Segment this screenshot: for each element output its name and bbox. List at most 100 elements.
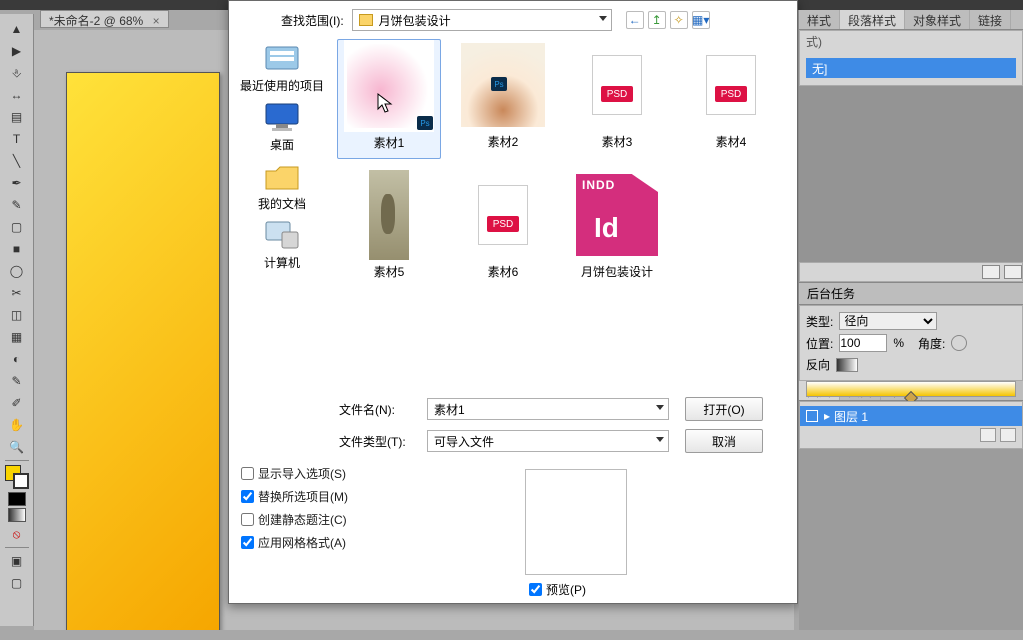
panel-empty-area bbox=[799, 449, 1023, 630]
file-item[interactable]: Ps 素材2 bbox=[451, 39, 555, 159]
pen-tool[interactable]: ✒ bbox=[6, 173, 28, 193]
line-tool[interactable]: ╲ bbox=[6, 151, 28, 171]
new-folder-icon[interactable]: ✧ bbox=[670, 11, 688, 29]
show-import-checkbox[interactable]: 显示导入选项(S) bbox=[241, 465, 348, 482]
tab-styles[interactable]: 样式 bbox=[799, 10, 840, 29]
gradient-panel: 类型: 径向 位置: % 角度: 反向 bbox=[799, 305, 1023, 381]
place-computer[interactable]: 计算机 bbox=[262, 218, 302, 271]
page-tool[interactable]: ⎀ bbox=[6, 63, 28, 83]
gradient-swatch-tool[interactable]: ▦ bbox=[6, 327, 28, 347]
indd-file-icon: INDDId bbox=[576, 174, 658, 256]
ps-corner-icon: Ps bbox=[491, 77, 507, 91]
default-swatch[interactable] bbox=[8, 492, 26, 506]
screen-mode-preview[interactable]: ▢ bbox=[6, 573, 28, 593]
chevron-down-icon bbox=[656, 405, 664, 410]
file-list: Ps 素材1 Ps 素材2 PSD 素材3 PSD 素材4 bbox=[337, 37, 791, 377]
expand-icon[interactable]: ▸ bbox=[824, 409, 830, 423]
file-label: 素材4 bbox=[716, 133, 747, 150]
delete-item-icon[interactable] bbox=[1004, 265, 1022, 279]
reverse-gradient-button[interactable] bbox=[836, 358, 858, 372]
note-tool[interactable]: ✎ bbox=[6, 371, 28, 391]
left-toolbar: ▲ ▶ ⎀ ↔ ▤ T ╲ ✒ ✎ ▢ ■ ◯ ✂ ◫ ▦ ◐ ✎ ✐ ✋ 🔍 … bbox=[0, 14, 34, 626]
file-item[interactable]: Ps 素材1 bbox=[337, 39, 441, 159]
new-item-icon[interactable] bbox=[982, 265, 1000, 279]
place-computer-label: 计算机 bbox=[264, 254, 300, 271]
file-item[interactable]: PSD 素材3 bbox=[565, 39, 669, 159]
filename-value: 素材1 bbox=[434, 401, 465, 418]
gradient-feather-tool[interactable]: ◐ bbox=[6, 349, 28, 369]
nav-back-icon[interactable]: ← bbox=[626, 11, 644, 29]
static-caption-checkbox[interactable]: 创建静态题注(C) bbox=[241, 511, 348, 528]
places-bar: 最近使用的项目 桌面 我的文档 计算机 bbox=[235, 37, 329, 327]
place-documents[interactable]: 我的文档 bbox=[258, 159, 306, 212]
file-label: 素材3 bbox=[602, 133, 633, 150]
file-label: 月饼包装设计 bbox=[581, 263, 653, 280]
view-menu-icon[interactable]: ▦▾ bbox=[692, 11, 710, 29]
delete-layer-icon[interactable] bbox=[1000, 428, 1016, 442]
place-recent[interactable]: 最近使用的项目 bbox=[240, 41, 324, 94]
screen-mode-normal[interactable]: ▣ bbox=[6, 551, 28, 571]
gradient-type-select[interactable]: 径向 bbox=[839, 312, 937, 330]
preview-box bbox=[525, 469, 627, 575]
eyedropper-tool[interactable]: ✐ bbox=[6, 393, 28, 413]
import-options: 显示导入选项(S) 替换所选项目(M) 创建静态题注(C) 应用网格格式(A) bbox=[241, 465, 348, 551]
replace-selected-checkbox[interactable]: 替换所选项目(M) bbox=[241, 488, 348, 505]
place-dialog: 查找范围(I): 月饼包装设计 ← ↥ ✧ ▦▾ 最近使用的项目 桌面 bbox=[228, 0, 798, 604]
preview-checkbox[interactable]: 预览(P) bbox=[529, 581, 586, 598]
layer-name: 图层 1 bbox=[834, 408, 868, 425]
place-desktop[interactable]: 桌面 bbox=[262, 100, 302, 153]
psd-file-icon: PSD bbox=[478, 185, 528, 245]
tab-paragraph-styles[interactable]: 段落样式 bbox=[840, 10, 905, 29]
filetype-value: 可导入文件 bbox=[434, 433, 494, 450]
panel-footer-icons bbox=[799, 262, 1023, 282]
filetype-select[interactable]: 可导入文件 bbox=[427, 430, 669, 452]
visibility-icon[interactable] bbox=[806, 410, 818, 422]
desktop-icon bbox=[262, 100, 302, 134]
document-page[interactable] bbox=[66, 72, 220, 630]
tab-links[interactable]: 链接 bbox=[970, 10, 1011, 29]
place-docs-label: 我的文档 bbox=[258, 195, 306, 212]
selected-style-row[interactable]: 无] bbox=[806, 58, 1016, 78]
gradient-ramp[interactable] bbox=[806, 381, 1016, 397]
percent-label: % bbox=[893, 336, 904, 350]
thumbnail-image bbox=[369, 170, 409, 260]
type-tool[interactable]: T bbox=[6, 129, 28, 149]
close-tab-icon[interactable]: × bbox=[153, 14, 160, 28]
pencil-tool[interactable]: ✎ bbox=[6, 195, 28, 215]
look-in-combo[interactable]: 月饼包装设计 bbox=[352, 9, 612, 31]
rectangle-frame-tool[interactable]: ▢ bbox=[6, 217, 28, 237]
layer-row[interactable]: ▸ 图层 1 bbox=[800, 406, 1022, 426]
selection-tool[interactable]: ▲ bbox=[6, 19, 28, 39]
hand-tool[interactable]: ✋ bbox=[6, 415, 28, 435]
tab-object-styles[interactable]: 对象样式 bbox=[905, 10, 970, 29]
gradient-pos-input[interactable] bbox=[839, 334, 887, 352]
zoom-tool[interactable]: 🔍 bbox=[6, 437, 28, 457]
rectangle-tool[interactable]: ■ bbox=[6, 239, 28, 259]
document-tab[interactable]: *未命名-2 @ 68% × bbox=[40, 10, 169, 28]
file-item[interactable]: 素材5 bbox=[337, 169, 441, 289]
folder-icon bbox=[359, 14, 373, 26]
gap-tool[interactable]: ↔ bbox=[6, 85, 28, 105]
ellipse-tool[interactable]: ◯ bbox=[6, 261, 28, 281]
filename-input[interactable]: 素材1 bbox=[427, 398, 669, 420]
file-label: 素材2 bbox=[488, 133, 519, 150]
gradient-swatch[interactable] bbox=[8, 508, 26, 522]
apply-grid-checkbox[interactable]: 应用网格格式(A) bbox=[241, 534, 348, 551]
apply-none-icon[interactable]: ⦸ bbox=[6, 524, 28, 544]
scissors-tool[interactable]: ✂ bbox=[6, 283, 28, 303]
angle-dial[interactable] bbox=[951, 335, 967, 351]
free-transform-tool[interactable]: ◫ bbox=[6, 305, 28, 325]
direct-selection-tool[interactable]: ▶ bbox=[6, 41, 28, 61]
gradient-pos-label: 位置: bbox=[806, 335, 833, 352]
new-layer-icon[interactable] bbox=[980, 428, 996, 442]
content-collector-tool[interactable]: ▤ bbox=[6, 107, 28, 127]
background-tasks-title[interactable]: 后台任务 bbox=[799, 282, 1023, 305]
cancel-button[interactable]: 取消 bbox=[685, 429, 763, 453]
fill-stroke-swatch[interactable] bbox=[5, 465, 29, 489]
file-item[interactable]: PSD 素材4 bbox=[679, 39, 783, 159]
file-item[interactable]: INDDId 月饼包装设计 bbox=[565, 169, 669, 289]
nav-up-icon[interactable]: ↥ bbox=[648, 11, 666, 29]
basic-style-label: 式) bbox=[800, 31, 1022, 52]
file-item[interactable]: PSD 素材6 bbox=[451, 169, 555, 289]
open-button[interactable]: 打开(O) bbox=[685, 397, 763, 421]
